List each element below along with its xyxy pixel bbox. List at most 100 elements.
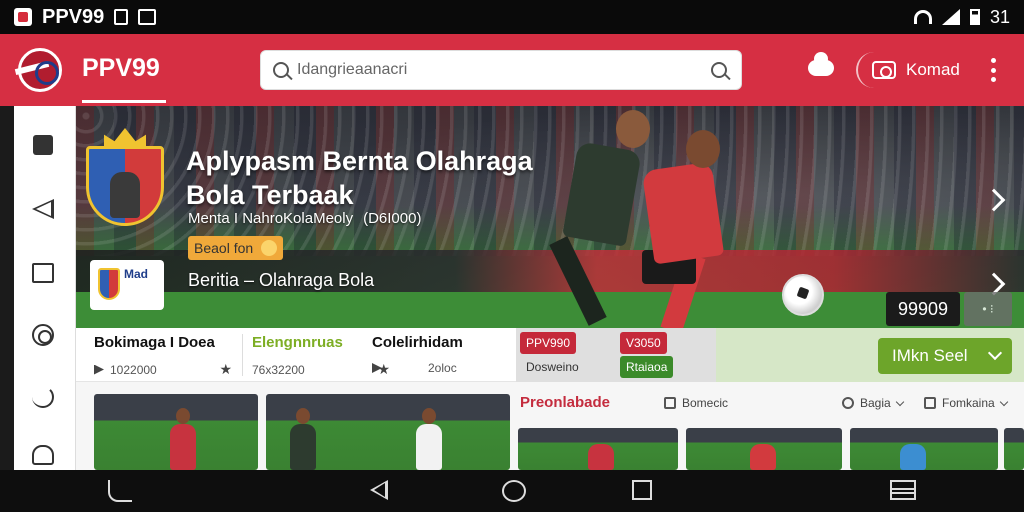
info-item[interactable]: Bokimaga I Doea 1022000 ★ (94, 334, 240, 380)
app-logo-icon (14, 8, 32, 26)
more-menu-icon[interactable] (990, 58, 996, 82)
filter-bagia[interactable]: Bagia (842, 396, 904, 410)
chevron-down-icon (895, 397, 904, 406)
status-time: 31 (989, 6, 1010, 27)
camera-icon (872, 61, 896, 79)
info-item[interactable]: Colelirhidam 2oloc (372, 334, 518, 380)
info-stat: 2oloc (428, 361, 457, 375)
search-icon (273, 62, 289, 78)
score-box[interactable]: 99909 (886, 292, 960, 326)
mini-shield-icon (98, 268, 120, 300)
tag-icon (842, 397, 854, 409)
search-bar[interactable] (260, 50, 742, 90)
folder-icon[interactable] (28, 258, 58, 288)
info-title: Bokimaga I Doea (94, 334, 215, 351)
hero-tag[interactable]: Beaol fon (188, 236, 284, 260)
status-left: PPV99 (14, 5, 157, 29)
chip-rtaiaoa[interactable]: Rtaiaoa (620, 356, 674, 378)
back-icon[interactable] (108, 480, 132, 502)
hero-tag-label: Beaol fon (194, 240, 254, 256)
share-button[interactable]: • ⁝ (964, 292, 1012, 326)
app-screen: PPV99 31 PPV99 Komad (0, 0, 1024, 512)
list-icon (924, 397, 936, 409)
system-nav-bar (0, 470, 1024, 512)
video-card[interactable] (1004, 428, 1024, 470)
hero-author: Menta I NahroKolaMeoly (188, 210, 354, 227)
search-input[interactable] (297, 61, 711, 79)
pin-icon (94, 364, 104, 375)
bookmark-icon[interactable] (28, 130, 58, 160)
info-stat: 76x32200 (252, 362, 305, 377)
chevron-down-icon (999, 397, 1008, 406)
recents-icon[interactable] (632, 480, 652, 500)
chip-panel: PPV990 V3050 Dosweino Rtaiaoa (516, 328, 716, 382)
mini-crest-text: Mad (124, 267, 148, 281)
video-card[interactable] (850, 428, 998, 470)
info-strip: Bokimaga I Doea 1022000 ★ Elengnnruas 76… (76, 328, 516, 382)
chevron-down-icon (987, 345, 1003, 361)
video-card[interactable] (518, 428, 678, 470)
mini-crest[interactable]: Mad (90, 260, 164, 310)
cta-label: IMkn Seel (892, 346, 968, 365)
hero-count: (D6I000) (363, 210, 422, 227)
pitch-background (76, 292, 1024, 328)
target-icon[interactable] (28, 320, 58, 350)
status-right: 31 (913, 6, 1010, 28)
star-icon[interactable]: ★ (219, 361, 232, 378)
info-stat-row: 1022000 ★ (94, 361, 240, 378)
side-rail (0, 106, 76, 470)
search-submit-icon[interactable] (711, 62, 727, 78)
brand-tab-indicator (82, 100, 166, 103)
home-circle-icon[interactable] (502, 480, 526, 502)
image-icon (138, 9, 157, 25)
calendar-icon (664, 397, 676, 409)
filter-label: Fomkaina (942, 396, 995, 410)
cta-button[interactable]: IMkn Seel (878, 338, 1012, 374)
hero-title: Aplypasm Bernta Olahraga Bola Terbaak (186, 146, 533, 210)
video-card[interactable] (94, 394, 258, 470)
player-two-head (686, 130, 720, 168)
chip-dosweino[interactable]: Dosweino (520, 356, 585, 378)
video-card[interactable] (266, 394, 510, 470)
contact-label: Komad (906, 60, 960, 79)
filter-label: Bomecic (682, 396, 729, 410)
app-header: PPV99 Komad (0, 34, 1024, 106)
notification-icon (114, 9, 129, 25)
brand-name[interactable]: PPV99 (82, 54, 160, 83)
status-bar: PPV99 31 (0, 0, 1024, 34)
info-stat-row: 2oloc (372, 361, 518, 375)
wifi-icon (913, 10, 932, 24)
club-crest-icon (84, 128, 166, 228)
video-card[interactable] (686, 428, 842, 470)
filter-label: Bagia (860, 396, 891, 410)
hook-icon[interactable] (28, 382, 58, 412)
cloud-icon[interactable] (808, 52, 834, 76)
filter-fomkaina[interactable]: Fomkaina (924, 396, 1008, 410)
football-icon (782, 274, 824, 316)
home-icon[interactable] (28, 440, 58, 470)
player-two (641, 161, 725, 265)
player-one-head (616, 110, 650, 148)
menu-icon[interactable] (890, 480, 916, 500)
pin-icon (372, 363, 382, 373)
brand-logo-icon[interactable] (18, 48, 62, 92)
chip-v3050[interactable]: V3050 (620, 332, 667, 354)
send-icon[interactable] (28, 194, 58, 224)
edit-icon (261, 240, 278, 256)
divider (242, 334, 243, 376)
hero-subtitle: Beritia – Olahraga Bola (188, 270, 375, 290)
battery-icon (969, 9, 980, 25)
lower-section: Preonlabade Bomecic Bagia Fomkaina (76, 382, 1024, 470)
status-app-name: PPV99 (42, 5, 105, 28)
back-triangle-icon[interactable] (370, 480, 388, 500)
hero-banner[interactable]: Aplypasm Bernta Olahraga Bola Terbaak Me… (76, 106, 1024, 328)
info-stat: 1022000 (110, 362, 157, 377)
section-title: Preonlabade (520, 394, 611, 411)
filter-bomecic[interactable]: Bomecic (664, 396, 728, 410)
hero-meta: Menta I NahroKolaMeoly (D6I000) (188, 210, 421, 227)
side-rail-panel (14, 106, 76, 470)
signal-icon (941, 9, 960, 25)
chip-ppv990[interactable]: PPV990 (520, 332, 577, 354)
contact-button[interactable]: Komad (856, 52, 960, 88)
info-title: Colelirhidam (372, 334, 463, 351)
